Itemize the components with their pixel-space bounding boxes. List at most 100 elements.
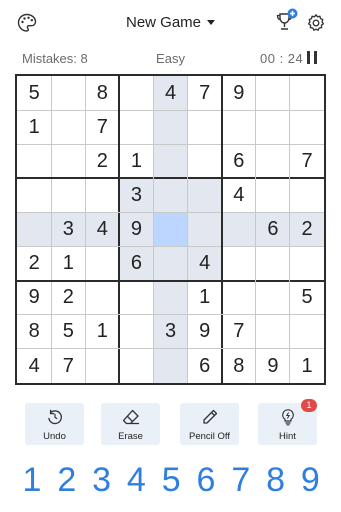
number-button-5[interactable]: 5 <box>154 460 188 500</box>
sudoku-cell[interactable]: 5 <box>17 76 51 110</box>
sudoku-cell[interactable]: 4 <box>17 349 51 383</box>
sudoku-cell[interactable]: 1 <box>85 315 119 349</box>
sudoku-cell[interactable] <box>51 110 85 144</box>
sudoku-cell[interactable]: 7 <box>290 144 324 178</box>
sudoku-cell[interactable]: 1 <box>119 144 153 178</box>
sudoku-cell[interactable] <box>85 247 119 281</box>
settings-button[interactable] <box>306 13 326 33</box>
number-button-6[interactable]: 6 <box>189 460 223 500</box>
sudoku-cell[interactable]: 9 <box>119 212 154 247</box>
sudoku-cell[interactable] <box>290 110 324 144</box>
number-button-3[interactable]: 3 <box>85 460 119 500</box>
sudoku-cell[interactable] <box>51 76 85 110</box>
sudoku-cell[interactable]: 4 <box>85 212 120 247</box>
sudoku-cell[interactable]: 3 <box>51 212 86 247</box>
sudoku-cell[interactable]: 2 <box>289 212 325 247</box>
sudoku-cell[interactable]: 4 <box>222 178 256 212</box>
sudoku-cell[interactable] <box>256 247 290 281</box>
sudoku-cell[interactable] <box>256 281 290 315</box>
sudoku-cell[interactable]: 4 <box>187 246 222 281</box>
sudoku-cell[interactable] <box>51 178 85 212</box>
sudoku-cell[interactable]: 7 <box>188 76 222 110</box>
sudoku-cell[interactable] <box>187 178 222 213</box>
sudoku-cell[interactable]: 6 <box>222 144 256 178</box>
sudoku-cell[interactable] <box>222 247 256 281</box>
sudoku-cell[interactable] <box>187 212 222 247</box>
sudoku-cell[interactable]: 8 <box>222 349 256 383</box>
pencil-button[interactable]: Pencil Off <box>180 403 239 445</box>
sudoku-cell[interactable] <box>85 281 119 315</box>
sudoku-cell[interactable]: 9 <box>17 281 51 315</box>
sudoku-cell[interactable]: 2 <box>17 247 51 281</box>
sudoku-cell[interactable]: 4 <box>153 76 188 111</box>
sudoku-cell[interactable]: 3 <box>153 314 188 350</box>
sudoku-cell[interactable] <box>290 315 324 349</box>
sudoku-cell[interactable]: 1 <box>188 281 222 315</box>
sudoku-cell[interactable] <box>119 76 153 110</box>
sudoku-cell[interactable] <box>256 110 290 144</box>
sudoku-cell[interactable] <box>290 76 324 110</box>
sudoku-cell[interactable]: 7 <box>222 315 256 349</box>
sudoku-cell[interactable]: 9 <box>222 76 256 110</box>
sudoku-cell[interactable]: 1 <box>17 110 51 144</box>
erase-button[interactable]: Erase <box>101 403 160 445</box>
pause-icon[interactable] <box>306 51 320 65</box>
trophy-button[interactable] <box>275 8 299 34</box>
sudoku-cell[interactable] <box>256 76 290 110</box>
sudoku-cell[interactable]: 5 <box>51 315 85 349</box>
grid-line <box>152 76 154 383</box>
sudoku-cell[interactable]: 6 <box>188 349 222 383</box>
sudoku-cell[interactable]: 5 <box>290 281 324 315</box>
sudoku-cell[interactable] <box>119 349 153 383</box>
sudoku-cell[interactable] <box>256 144 290 178</box>
sudoku-cell[interactable] <box>119 110 153 144</box>
sudoku-cell[interactable] <box>290 178 324 212</box>
number-button-8[interactable]: 8 <box>259 460 293 500</box>
undo-button[interactable]: Undo <box>25 403 84 445</box>
sudoku-cell[interactable]: 1 <box>51 247 85 281</box>
sudoku-cell[interactable] <box>17 144 51 178</box>
sudoku-cell[interactable] <box>290 247 324 281</box>
number-button-1[interactable]: 1 <box>15 460 49 500</box>
sudoku-cell[interactable] <box>17 178 51 212</box>
number-button-2[interactable]: 2 <box>50 460 84 500</box>
sudoku-cell[interactable]: 6 <box>255 212 291 247</box>
sudoku-cell[interactable] <box>153 212 188 247</box>
sudoku-cell[interactable] <box>119 281 153 315</box>
sudoku-cell[interactable] <box>256 178 290 212</box>
sudoku-cell[interactable] <box>153 246 188 281</box>
sudoku-cell[interactable]: 7 <box>51 349 85 383</box>
sudoku-cell[interactable]: 9 <box>188 315 222 349</box>
sudoku-cell[interactable]: 9 <box>256 349 290 383</box>
top-bar: New Game <box>0 0 341 46</box>
sudoku-cell[interactable] <box>188 144 222 178</box>
sudoku-cell[interactable] <box>85 349 119 383</box>
grid-line <box>50 76 52 383</box>
sudoku-cell[interactable] <box>188 110 222 144</box>
sudoku-cell[interactable]: 3 <box>119 178 154 213</box>
sudoku-cell[interactable] <box>153 280 188 315</box>
sudoku-cell[interactable] <box>222 281 256 315</box>
sudoku-cell[interactable] <box>153 144 188 179</box>
number-pad: 123456789 <box>0 460 341 500</box>
sudoku-cell[interactable] <box>153 178 188 213</box>
sudoku-cell[interactable]: 7 <box>85 110 119 144</box>
sudoku-cell[interactable]: 8 <box>85 76 119 110</box>
sudoku-cell[interactable]: 1 <box>290 349 324 383</box>
sudoku-cell[interactable] <box>119 315 153 349</box>
sudoku-cell[interactable]: 6 <box>119 246 154 281</box>
sudoku-cell[interactable]: 2 <box>85 144 119 178</box>
sudoku-cell[interactable] <box>85 178 119 212</box>
sudoku-cell[interactable] <box>221 212 256 247</box>
number-button-9[interactable]: 9 <box>293 460 327 500</box>
sudoku-cell[interactable] <box>256 315 290 349</box>
sudoku-cell[interactable] <box>222 110 256 144</box>
sudoku-cell[interactable] <box>153 348 188 384</box>
sudoku-cell[interactable]: 8 <box>17 315 51 349</box>
sudoku-cell[interactable]: 2 <box>51 281 85 315</box>
sudoku-cell[interactable] <box>17 212 52 247</box>
number-button-4[interactable]: 4 <box>119 460 153 500</box>
sudoku-cell[interactable] <box>51 144 85 178</box>
number-button-7[interactable]: 7 <box>224 460 258 500</box>
sudoku-cell[interactable] <box>153 110 188 145</box>
